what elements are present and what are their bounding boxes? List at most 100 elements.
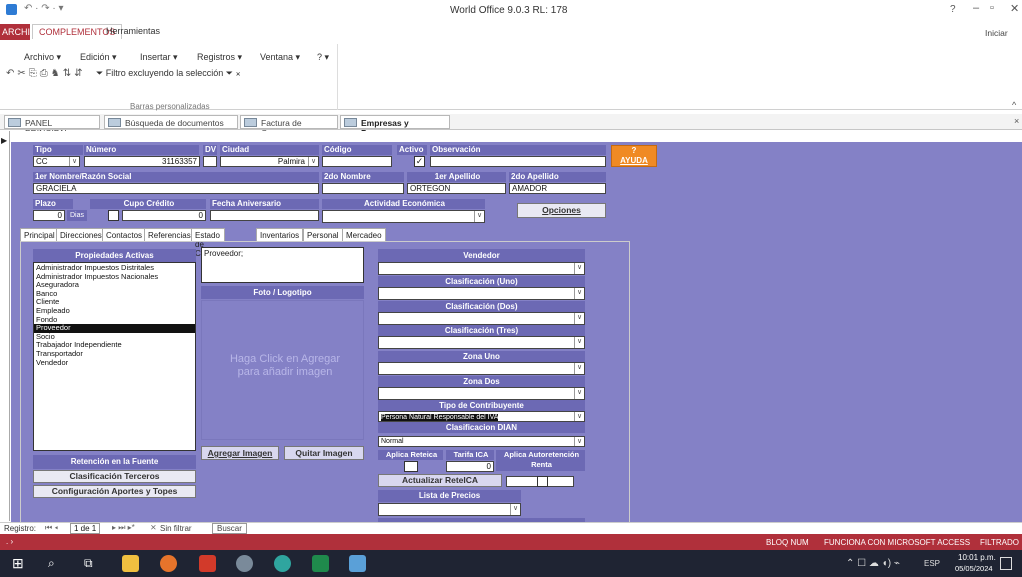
actualizar-reteica-button[interactable]: Actualizar ReteICA	[378, 474, 502, 487]
chevron-down-icon[interactable]: ∨	[574, 288, 584, 299]
chevron-down-icon[interactable]: ∨	[574, 337, 584, 348]
chevron-down-icon[interactable]: ∨	[574, 412, 584, 421]
record-position-field[interactable]: 1 de 1	[70, 523, 101, 534]
filter-status[interactable]: Sin filtrar	[160, 524, 192, 533]
world-office-icon[interactable]	[349, 555, 366, 572]
ciudad-field[interactable]: Palmira ∨	[220, 156, 319, 167]
tipo-field[interactable]: CC ∨	[33, 156, 80, 167]
menu-archivo[interactable]: Archivo ▾	[24, 52, 61, 63]
next-record-icon[interactable]: ▸ ⏭ ▸*	[112, 523, 135, 533]
search-icon[interactable]: ⌕	[48, 555, 65, 572]
tab-herramientas[interactable]: Herramientas	[100, 24, 166, 39]
collapse-ribbon-icon[interactable]: ^	[1012, 100, 1016, 110]
subtab-direcciones[interactable]: Direcciones	[56, 228, 106, 242]
subtab-mercadeo[interactable]: Mercadeo	[342, 228, 386, 242]
list-item[interactable]: Empleado	[34, 306, 195, 316]
clock-date[interactable]: 05/05/2024	[955, 564, 993, 573]
help-icon[interactable]: ?	[950, 4, 956, 15]
restore-icon[interactable]: ▫	[990, 2, 994, 14]
menu-edicion[interactable]: Edición ▾	[80, 52, 117, 63]
chevron-down-icon[interactable]: ∨	[308, 157, 318, 166]
subtab-principal[interactable]: Principal	[20, 228, 59, 242]
subtab-referencias[interactable]: Referencias	[144, 228, 195, 242]
dv-field[interactable]	[203, 156, 217, 167]
image-frame[interactable]: Haga Click en Agregar para añadir imagen	[201, 300, 364, 440]
ayuda-button[interactable]: ? AYUDA	[611, 145, 657, 167]
autoretencion-checkbox[interactable]	[537, 476, 548, 487]
doc-tab-factura-compra[interactable]: Factura de Compra	[240, 115, 338, 138]
vendedor-select[interactable]: ∨	[378, 262, 585, 275]
observacion-memo[interactable]: Proveedor;	[201, 247, 364, 283]
nombre2-field[interactable]	[322, 183, 404, 194]
zona-uno-select[interactable]: ∨	[378, 362, 585, 375]
tarifa-ica-field[interactable]: 0	[446, 461, 494, 472]
chevron-down-icon[interactable]: ∨	[69, 157, 79, 166]
chevron-down-icon[interactable]: ∨	[474, 211, 484, 222]
codigo-field[interactable]	[322, 156, 392, 167]
chevron-down-icon[interactable]: ∨	[574, 363, 584, 374]
cupo-checkbox[interactable]	[108, 210, 119, 221]
record-selector[interactable]: ▶	[0, 131, 10, 521]
chevron-down-icon[interactable]: ∨	[510, 504, 520, 515]
agregar-imagen-button[interactable]: Agregar Imagen	[201, 446, 279, 460]
chevron-down-icon[interactable]: ∨	[574, 263, 584, 274]
menu-registros[interactable]: Registros ▾	[197, 52, 242, 63]
excel-icon[interactable]	[312, 555, 329, 572]
list-item-selected[interactable]: Proveedor	[34, 324, 195, 333]
subtab-inventarios[interactable]: Inventarios	[256, 228, 304, 242]
propiedades-list[interactable]: Administrador Impuestos Distritales Admi…	[33, 262, 196, 451]
clas-dos-select[interactable]: ∨	[378, 312, 585, 325]
menu-help[interactable]: ? ▾	[317, 52, 329, 63]
chevron-down-icon[interactable]: ∨	[574, 313, 584, 324]
clas-dian-select[interactable]: Normal ∨	[378, 436, 585, 447]
subtab-personal[interactable]: Personal	[303, 228, 343, 242]
subtab-estado-cuenta[interactable]: Estado de Cuenta	[191, 228, 225, 258]
configuracion-aportes-button[interactable]: Configuración Aportes y Topes	[33, 485, 196, 498]
clock-time[interactable]: 10:01 p.m.	[958, 553, 996, 562]
cupo-field[interactable]: 0	[122, 210, 206, 221]
activo-checkbox[interactable]: ✓	[414, 156, 425, 167]
minimize-icon[interactable]: –	[973, 2, 979, 14]
clas-uno-select[interactable]: ∨	[378, 287, 585, 300]
file-explorer-icon[interactable]	[122, 555, 139, 572]
chrome-icon[interactable]	[160, 555, 177, 572]
close-icon[interactable]: ✕	[1010, 2, 1019, 15]
undo-redo-icon[interactable]: ↶ · ↷ · ▾	[24, 3, 64, 14]
plazo-field[interactable]: 0	[33, 210, 65, 221]
clasificacion-terceros-button[interactable]: Clasificación Terceros	[33, 470, 196, 483]
tipo-contribuyente-select[interactable]: Persona Natural Responsable del IVA ∨	[378, 411, 585, 422]
edit-tools-icons[interactable]: ↶✂⎘⎙♞⇅⇵	[6, 68, 85, 79]
apellido2-field[interactable]: AMADOR	[509, 183, 606, 194]
chevron-down-icon[interactable]: ∨	[574, 437, 584, 446]
opciones-button[interactable]: Opciones	[517, 203, 606, 218]
aplica-reteica-checkbox[interactable]	[404, 461, 418, 472]
lista-precios-select[interactable]: ∨	[378, 503, 521, 516]
task-view-icon[interactable]: ⧉	[84, 555, 101, 572]
quitar-imagen-button[interactable]: Quitar Imagen	[284, 446, 364, 460]
apellido1-field[interactable]: ORTEGON	[407, 183, 506, 194]
aniversario-field[interactable]	[210, 210, 319, 221]
list-item[interactable]: Aseguradora	[34, 281, 195, 290]
windows-start-icon[interactable]: ⊞	[12, 555, 29, 572]
close-doc-icon[interactable]: ×	[1014, 116, 1019, 126]
browser-icon[interactable]	[274, 555, 291, 572]
list-item[interactable]: Vendedor	[34, 358, 195, 368]
doc-tab-panel-principal[interactable]: PANEL PRINCIPAL	[4, 115, 100, 138]
nombre1-field[interactable]: GRACIELA	[33, 183, 319, 194]
numero-field[interactable]: 31163357	[84, 156, 200, 167]
tab-archivo[interactable]: ARCHIVO	[0, 24, 43, 40]
filter-excluding-button[interactable]: ⏷ Filtro excluyendo la selección ⏷ ⨯	[96, 68, 241, 79]
doc-tab-empresas-personas[interactable]: Empresas y Personas	[340, 115, 450, 138]
notifications-icon[interactable]	[1000, 557, 1012, 570]
clas-tres-select[interactable]: ∨	[378, 336, 585, 349]
observacion-field[interactable]	[430, 156, 606, 167]
chevron-down-icon[interactable]: ∨	[574, 388, 584, 399]
language-indicator[interactable]: ESP	[924, 559, 940, 568]
zona-dos-select[interactable]: ∨	[378, 387, 585, 400]
actividad-field[interactable]: ∨	[322, 210, 485, 223]
doc-tab-busqueda[interactable]: Búsqueda de documentos	[104, 115, 238, 129]
menu-ventana[interactable]: Ventana ▾	[260, 52, 300, 63]
subtab-contactos[interactable]: Contactos	[102, 228, 147, 242]
menu-insertar[interactable]: Insertar ▾	[140, 52, 178, 63]
first-record-icon[interactable]: ⏮ ◂	[45, 523, 58, 533]
